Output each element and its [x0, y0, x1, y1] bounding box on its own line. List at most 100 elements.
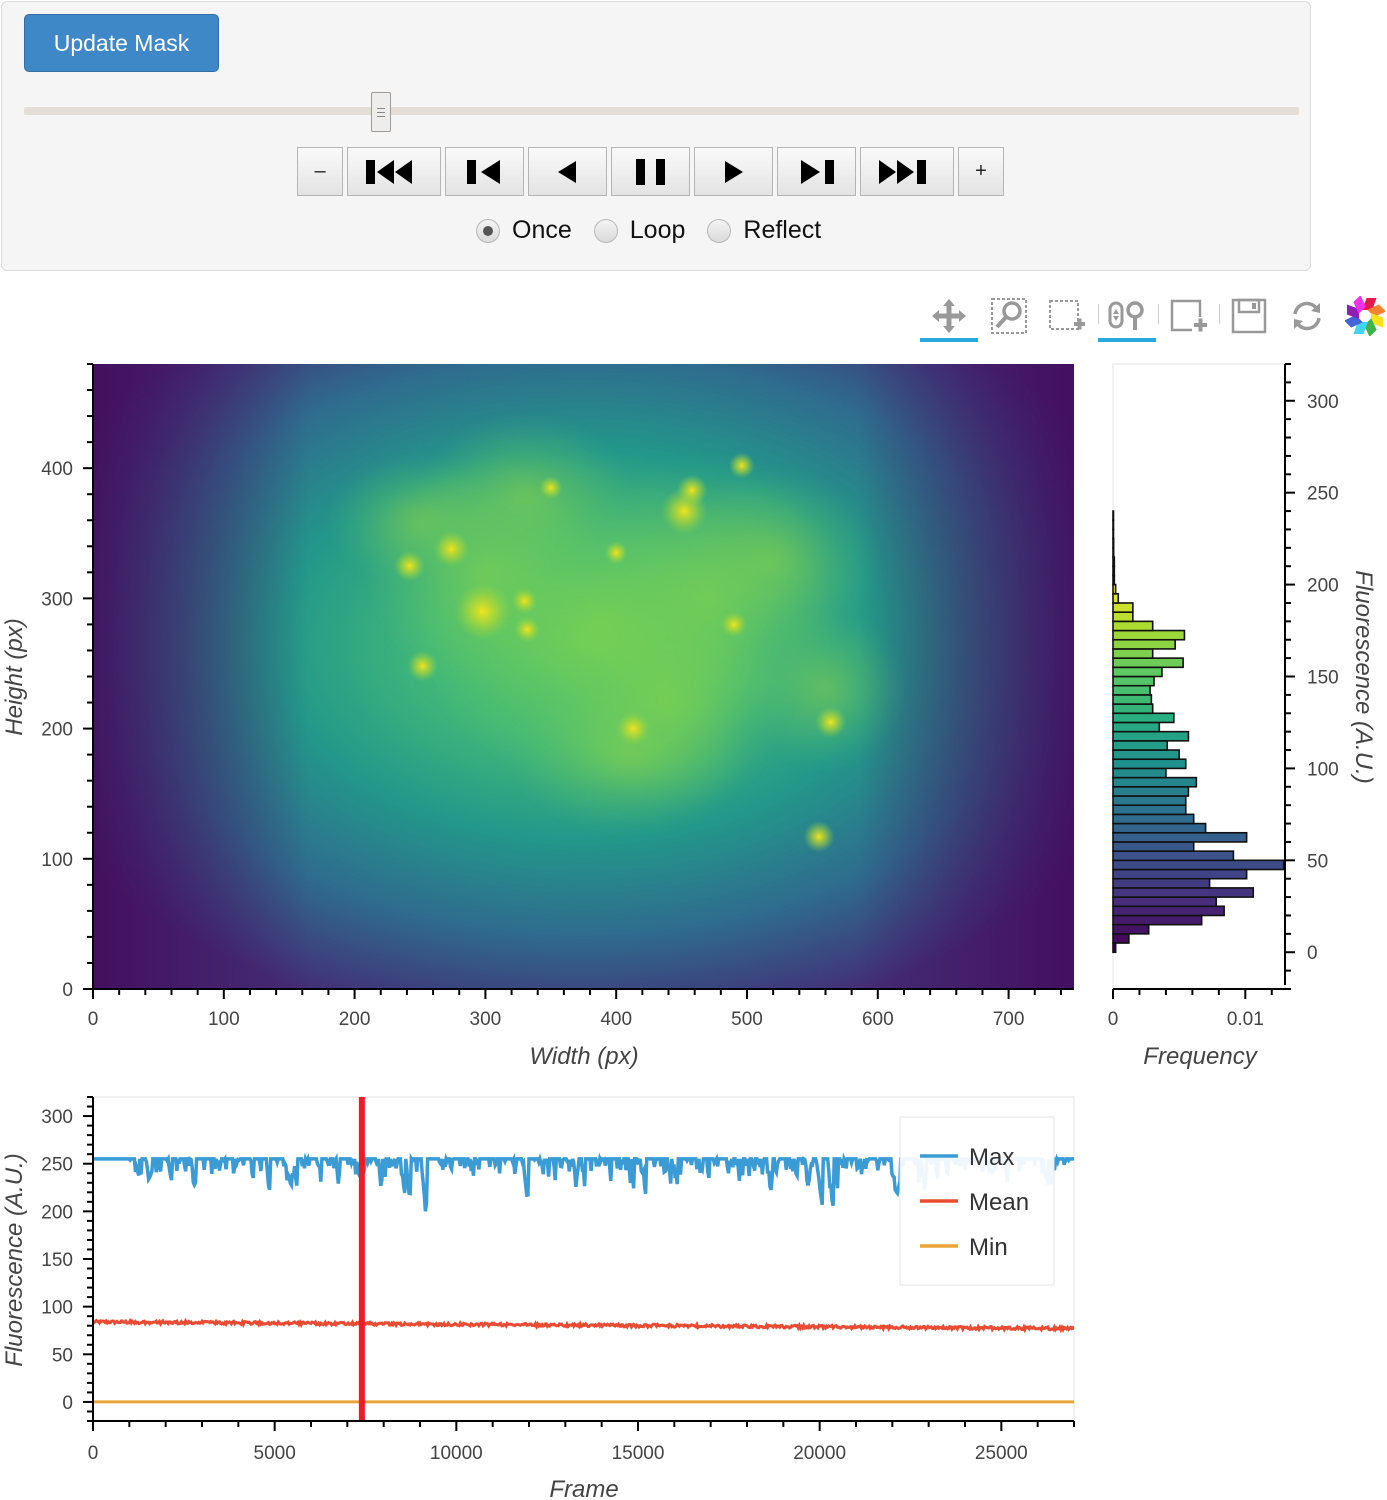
hist-y-tick-label: 300 [1307, 392, 1339, 413]
bright-spot [407, 650, 439, 682]
timeseries-x-axis-label: Frame [549, 1476, 618, 1500]
histogram-bar[interactable] [1112, 592, 1120, 604]
hist-x-tick-label: 0 [1108, 1009, 1119, 1030]
y-tick-label: 100 [41, 850, 73, 871]
histogram-bar[interactable] [1112, 565, 1116, 577]
ts-y-tick-label: 150 [41, 1250, 73, 1271]
x-tick-label: 700 [993, 1009, 1025, 1030]
histogram-bar[interactable] [1112, 914, 1203, 926]
cell-region [512, 676, 747, 833]
histogram-bar[interactable] [1112, 868, 1248, 880]
image-y-axis-label: Height (px) [1, 618, 28, 735]
legend-label-mean[interactable]: Mean [969, 1189, 1029, 1216]
bright-spot [433, 530, 470, 568]
image-x-axis-label: Width (px) [529, 1043, 638, 1070]
histogram-bar[interactable] [1112, 767, 1167, 779]
x-tick-label: 600 [862, 1009, 894, 1030]
histogram-bar[interactable] [1112, 923, 1150, 935]
bright-spot [815, 706, 847, 738]
bright-spot [514, 616, 541, 643]
histogram-bar[interactable] [1112, 684, 1151, 696]
y-tick-label: 300 [41, 589, 73, 610]
bright-spot [616, 711, 651, 746]
histogram-bar[interactable] [1112, 795, 1187, 806]
ts-x-tick-label: 25000 [975, 1443, 1028, 1464]
y-tick-label: 0 [62, 980, 73, 1001]
bright-spot [393, 550, 426, 582]
histogram-bar[interactable] [1112, 694, 1153, 705]
ts-y-tick-label: 50 [52, 1345, 73, 1366]
histogram-bar[interactable] [1112, 933, 1130, 944]
hist-y-tick-label: 150 [1307, 668, 1339, 689]
hist-y-tick-label: 0 [1307, 943, 1318, 964]
plots-canvas: 0 100 200 300 400 500 600 7000100200300400 Widt… [1, 363, 1377, 1500]
histogram-bar[interactable] [1112, 859, 1285, 871]
bright-spot [803, 821, 835, 853]
x-tick-label: 200 [339, 1009, 371, 1030]
histogram-x-axis-label: Frequency [1143, 1043, 1258, 1070]
bright-spot [676, 474, 708, 506]
histogram-bar[interactable] [1112, 657, 1184, 669]
histogram-bar[interactable] [1112, 804, 1187, 816]
histogram-bar[interactable] [1112, 905, 1225, 917]
bright-spot [511, 587, 538, 614]
histogram-bar[interactable] [1112, 666, 1163, 678]
histogram-bar[interactable] [1112, 528, 1115, 540]
hist-y-tick-label: 200 [1307, 576, 1339, 597]
histogram-bar[interactable] [1112, 877, 1211, 889]
histogram-bar[interactable] [1112, 583, 1117, 595]
legend-label-max[interactable]: Max [969, 1144, 1014, 1171]
x-tick-label: 400 [600, 1009, 632, 1030]
histogram-bar[interactable] [1112, 712, 1175, 724]
ts-y-tick-label: 200 [41, 1202, 73, 1223]
histogram-bar[interactable] [1112, 721, 1161, 733]
ts-x-tick-label: 10000 [430, 1443, 483, 1464]
histogram-bar[interactable] [1112, 730, 1190, 742]
ts-x-tick-label: 0 [88, 1443, 99, 1464]
histogram-bar[interactable] [1112, 813, 1195, 825]
histogram-bar[interactable] [1112, 942, 1117, 954]
histogram-bar[interactable] [1112, 620, 1154, 632]
histogram-bar[interactable] [1112, 602, 1134, 613]
histogram-bar[interactable] [1112, 740, 1169, 751]
ts-y-tick-label: 100 [41, 1298, 73, 1319]
x-tick-label: 300 [470, 1009, 502, 1030]
histogram-bar[interactable] [1112, 703, 1154, 715]
ts-y-tick-label: 300 [41, 1107, 73, 1128]
x-tick-label: 500 [731, 1009, 763, 1030]
timeseries-y-axis-label: Fluorescence (A.U.) [1, 1153, 28, 1366]
histogram-bar[interactable] [1112, 648, 1154, 659]
histogram-bar[interactable] [1112, 574, 1116, 586]
y-tick-label: 200 [41, 720, 73, 741]
histogram-bar[interactable] [1112, 785, 1190, 797]
histogram-bar[interactable] [1112, 675, 1155, 687]
ts-x-tick-label: 20000 [793, 1443, 846, 1464]
histogram-bar[interactable] [1112, 896, 1217, 908]
hist-x-tick-label: 0.01 [1227, 1009, 1264, 1030]
ts-y-tick-label: 0 [62, 1393, 73, 1414]
ts-x-tick-label: 15000 [612, 1443, 665, 1464]
histogram-bar[interactable] [1112, 850, 1235, 862]
histogram-bar[interactable] [1112, 629, 1186, 641]
bright-spot [728, 452, 755, 479]
histogram-bar[interactable] [1112, 611, 1134, 623]
histogram-bar[interactable] [1112, 519, 1115, 531]
fluorescence-image[interactable] [93, 364, 1074, 989]
histogram-bar[interactable] [1112, 831, 1248, 843]
histogram-bar[interactable] [1112, 638, 1176, 650]
histogram-bar[interactable] [1112, 758, 1187, 770]
histogram-bar[interactable] [1112, 776, 1198, 788]
histogram-bar[interactable] [1112, 547, 1115, 558]
histogram-bar[interactable] [1112, 887, 1255, 898]
histogram-bar[interactable] [1112, 556, 1116, 568]
histogram-bar[interactable] [1112, 510, 1115, 522]
histogram-bar[interactable] [1112, 537, 1115, 549]
bright-spot [604, 541, 628, 565]
hist-y-tick-label: 50 [1307, 851, 1328, 872]
histogram-y-axis-label: Fluorescence (A.U.) [1350, 570, 1377, 783]
histogram-bar[interactable] [1112, 749, 1180, 761]
legend-label-min[interactable]: Min [969, 1234, 1008, 1261]
histogram-bar[interactable] [1112, 822, 1207, 834]
bright-spot [539, 475, 563, 500]
histogram-bar[interactable] [1112, 841, 1195, 852]
